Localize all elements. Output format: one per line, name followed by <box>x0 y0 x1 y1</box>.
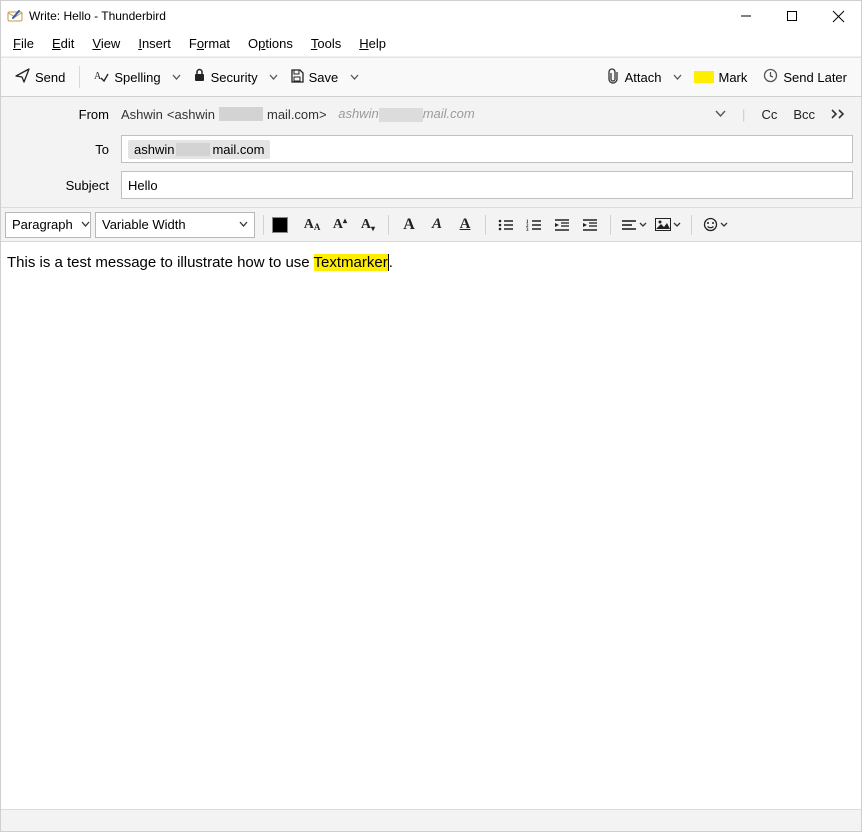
indent-button[interactable] <box>578 213 602 237</box>
spelling-dropdown[interactable] <box>169 69 185 86</box>
font-family-select[interactable]: Variable Width <box>95 212 255 238</box>
spelling-label: Spelling <box>114 70 160 85</box>
send-button[interactable]: Send <box>7 64 73 90</box>
attach-button[interactable]: Attach <box>598 64 670 91</box>
maximize-button[interactable] <box>769 1 815 31</box>
insert-emoji-button[interactable] <box>700 213 730 237</box>
insert-image-button[interactable] <box>653 213 683 237</box>
security-dropdown[interactable] <box>266 69 282 86</box>
align-button[interactable] <box>619 213 649 237</box>
menu-help[interactable]: Help <box>351 33 394 54</box>
cc-button[interactable]: Cc <box>761 107 777 122</box>
attach-dropdown[interactable] <box>670 69 686 86</box>
attach-label: Attach <box>625 70 662 85</box>
font-size-decrease-button[interactable]: AA <box>300 213 324 237</box>
outdent-button[interactable] <box>550 213 574 237</box>
window-title: Write: Hello - Thunderbird <box>29 9 166 23</box>
app-icon <box>7 8 23 24</box>
format-toolbar: Paragraph Variable Width AA A▴ A▾ A A A … <box>1 208 861 242</box>
send-icon <box>15 68 30 86</box>
menu-options[interactable]: Options <box>240 33 301 54</box>
text-color-button[interactable] <box>272 217 288 233</box>
menu-tools[interactable]: Tools <box>303 33 349 54</box>
from-label: From <box>9 107 113 122</box>
to-label: To <box>9 142 113 157</box>
title-bar: Write: Hello - Thunderbird <box>1 1 861 31</box>
send-later-button[interactable]: Send Later <box>755 64 855 90</box>
mark-label: Mark <box>719 70 748 85</box>
highlight-swatch-icon <box>694 71 714 83</box>
status-bar <box>1 809 861 831</box>
menu-bar: File Edit View Insert Format Options Too… <box>1 31 861 57</box>
save-button[interactable]: Save <box>282 65 347 90</box>
to-recipient-chip[interactable]: ashwinmail.com <box>128 140 270 159</box>
font-size-increase-sup-button[interactable]: A▴ <box>328 213 352 237</box>
bcc-button[interactable]: Bcc <box>793 107 815 122</box>
menu-insert[interactable]: Insert <box>130 33 179 54</box>
mark-button[interactable]: Mark <box>686 66 756 89</box>
spelling-button[interactable]: A Spelling <box>86 64 168 90</box>
subject-label: Subject <box>9 178 113 193</box>
spellcheck-icon: A <box>94 68 109 86</box>
menu-edit[interactable]: Edit <box>44 33 82 54</box>
more-recipients-button[interactable] <box>831 107 847 122</box>
from-dropdown[interactable] <box>715 107 726 122</box>
clock-icon <box>763 68 778 86</box>
font-size-increase-sub-button[interactable]: A▾ <box>356 213 380 237</box>
lock-icon <box>193 68 206 86</box>
body-text-post: . <box>389 254 393 271</box>
save-icon <box>290 69 304 86</box>
numbered-list-button[interactable]: 123 <box>522 213 546 237</box>
save-label: Save <box>309 70 339 85</box>
menu-file[interactable]: File <box>5 33 42 54</box>
from-identity[interactable]: Ashwin <ashwinmail.com> ashwinmail.com <box>121 106 475 122</box>
menu-view[interactable]: View <box>84 33 128 54</box>
italic-button[interactable]: A <box>425 213 449 237</box>
minimize-button[interactable] <box>723 1 769 31</box>
underline-button[interactable]: A <box>453 213 477 237</box>
bold-button[interactable]: A <box>397 213 421 237</box>
main-toolbar: Send A Spelling Security Save <box>1 57 861 97</box>
security-label: Security <box>211 70 258 85</box>
close-button[interactable] <box>815 1 861 31</box>
subject-value: Hello <box>128 178 158 193</box>
subject-field[interactable]: Hello <box>121 171 853 199</box>
message-body-editor[interactable]: This is a test message to illustrate how… <box>1 242 861 809</box>
body-text-pre: This is a test message to illustrate how… <box>7 254 314 271</box>
menu-format[interactable]: Format <box>181 33 238 54</box>
security-button[interactable]: Security <box>185 64 266 90</box>
send-later-label: Send Later <box>783 70 847 85</box>
svg-text:3: 3 <box>526 228 529 233</box>
paperclip-icon <box>606 68 620 87</box>
bullet-list-button[interactable] <box>494 213 518 237</box>
paragraph-style-select[interactable]: Paragraph <box>5 212 91 238</box>
redacted-block <box>219 107 263 121</box>
compose-headers: From Ashwin <ashwinmail.com> ashwinmail.… <box>1 97 861 208</box>
highlighted-text: Textmarker <box>314 254 388 271</box>
save-dropdown[interactable] <box>346 69 362 86</box>
to-field[interactable]: ashwinmail.com <box>121 135 853 163</box>
svg-text:A: A <box>94 71 102 82</box>
send-label: Send <box>35 70 65 85</box>
